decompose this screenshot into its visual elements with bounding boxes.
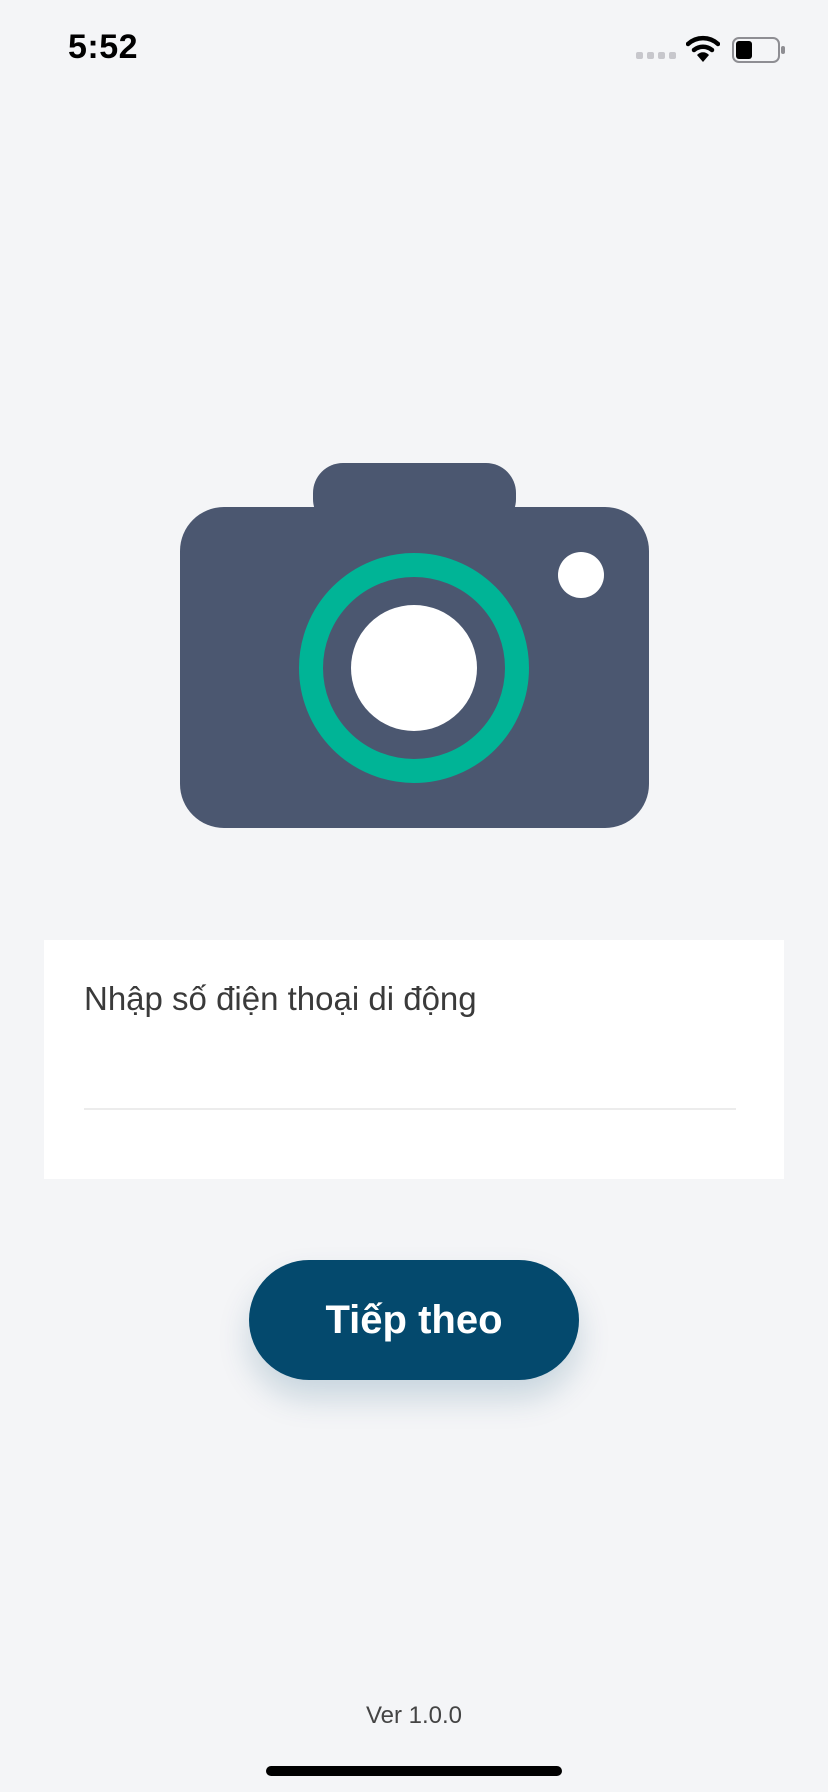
camera-flash: [558, 552, 604, 598]
next-button[interactable]: Tiếp theo: [249, 1260, 579, 1380]
battery-icon: [732, 37, 785, 63]
status-icons: [636, 34, 796, 68]
phone-form-card: Nhập số điện thoại di động: [44, 940, 784, 1179]
status-bar: 5:52: [0, 0, 828, 100]
wifi-icon: [686, 35, 720, 62]
home-indicator[interactable]: [266, 1766, 562, 1776]
phone-number-input[interactable]: [84, 1050, 736, 1110]
cellular-signal-icon: [636, 52, 676, 59]
camera-icon: [180, 463, 649, 828]
camera-lens: [351, 605, 477, 731]
phone-number-label: Nhập số điện thoại di động: [84, 980, 477, 1017]
status-time: 5:52: [68, 28, 139, 66]
version-label: Ver 1.0.0: [365, 1702, 463, 1729]
